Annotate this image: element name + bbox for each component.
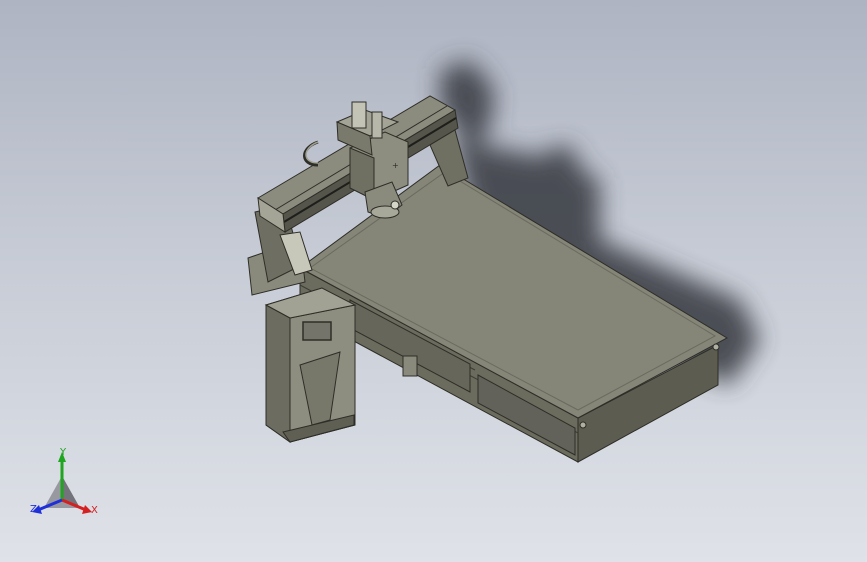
x-axis-label: X [91,505,98,516]
z-axis-label: Z [30,504,37,515]
cabinet-screen [302,321,332,341]
view-orientation-triad[interactable]: Y X Z [22,448,106,524]
graphics-viewport[interactable]: + Y X Z [0,0,867,562]
y-axis-label: Y [60,447,67,458]
svg-text:+: + [392,161,399,170]
cnc-router-model[interactable]: + [0,0,867,562]
front-knob [402,355,418,377]
